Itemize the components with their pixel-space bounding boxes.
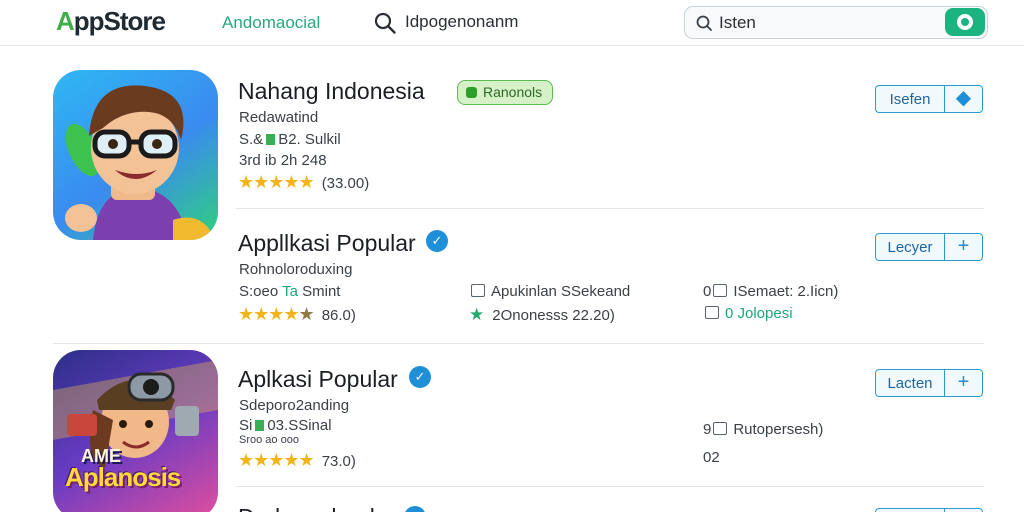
app-meta-secondary: 3rd ib 2h 248	[239, 152, 327, 169]
app-info-item: ★ 2Ononesss 22.20)	[469, 305, 615, 324]
green-star-icon: ★	[469, 305, 485, 324]
app-info-item: 0 Jolopesi	[703, 305, 793, 322]
app-title[interactable]: Nahang Indonesia	[238, 78, 425, 105]
plus-icon[interactable]	[945, 508, 983, 512]
plus-icon[interactable]: +	[945, 233, 983, 261]
app-subtitle: Sdeporo2anding	[239, 397, 350, 414]
rating-count: 86.0)	[321, 307, 356, 324]
app-subtitle: Rohnoloroduxing	[239, 261, 353, 278]
plus-icon[interactable]: +	[945, 369, 983, 397]
app-info-item: 0 ISemaet: 2.Iicn)	[703, 283, 839, 300]
badge-dot-icon	[466, 87, 477, 98]
app-meta: S.& B2. Sulkil	[239, 131, 341, 148]
small-square-icon	[255, 420, 265, 431]
nav-link[interactable]: Andomaocial	[222, 13, 320, 33]
icon-caption-bottom: Aplanosis	[65, 462, 181, 492]
star-rating: ★★★★★ (33.00)	[238, 172, 370, 192]
divider	[236, 486, 984, 487]
verified-check-icon: ✓	[404, 506, 426, 512]
install-button[interactable]: Lacten	[875, 369, 945, 397]
diamond-icon[interactable]: ◆	[945, 85, 983, 113]
app-title[interactable]: Dadaaaahaalaa	[238, 504, 400, 512]
document-icon	[713, 422, 728, 435]
app-subtitle: Redawatind	[239, 109, 319, 126]
search-icon	[696, 15, 712, 31]
install-button[interactable]: Isefen	[875, 85, 945, 113]
document-icon	[713, 284, 728, 297]
status-badge: Ranonols	[457, 80, 554, 105]
app-store-logo[interactable]: AppStore	[56, 6, 166, 37]
top-bar: AppStore Andomaocial Idpogenonanm	[0, 0, 1024, 46]
app-title[interactable]: Aplkasi Popular	[238, 366, 398, 393]
app-meta: Si 03.SSinal	[239, 417, 332, 434]
app-icon-aplkasi-popular[interactable]: AME Aplanosis	[53, 350, 218, 512]
cartoon-boy-icon	[65, 85, 215, 240]
page-icon	[705, 306, 719, 319]
verified-check-icon: ✓	[409, 366, 431, 388]
app-info-item: 9 Rutopersesh)	[703, 421, 824, 438]
divider	[236, 208, 984, 209]
app-icon-nahang-indonesia[interactable]	[53, 70, 218, 240]
app-meta: S:oeo Ta Smint	[239, 283, 341, 300]
checkbox-icon	[471, 284, 485, 297]
small-square-icon	[266, 134, 276, 145]
search-icon[interactable]	[373, 11, 397, 35]
verified-check-icon: ✓	[426, 230, 448, 252]
star-rating: ★★★★★ 73.0)	[238, 450, 356, 470]
app-meta-secondary: Sroo ao ooo	[239, 434, 299, 446]
search-box[interactable]	[684, 6, 988, 39]
search-label[interactable]: Idpogenonanm	[405, 12, 518, 32]
app-title[interactable]: Appllkasi Popular	[238, 230, 416, 257]
install-button[interactable]: Lecyer	[875, 233, 945, 261]
app-info-item: Apukinlan SSekeand	[469, 283, 630, 300]
app-info-item: 02	[703, 449, 720, 466]
search-go-icon	[957, 14, 973, 30]
star-rating: ★★★★★ 86.0)	[238, 304, 356, 324]
divider	[53, 343, 984, 344]
search-submit-button[interactable]	[945, 8, 985, 36]
install-button[interactable]	[875, 508, 945, 512]
rating-count: (33.00)	[321, 175, 370, 192]
search-input[interactable]	[719, 11, 919, 34]
rating-count: 73.0)	[321, 453, 356, 470]
